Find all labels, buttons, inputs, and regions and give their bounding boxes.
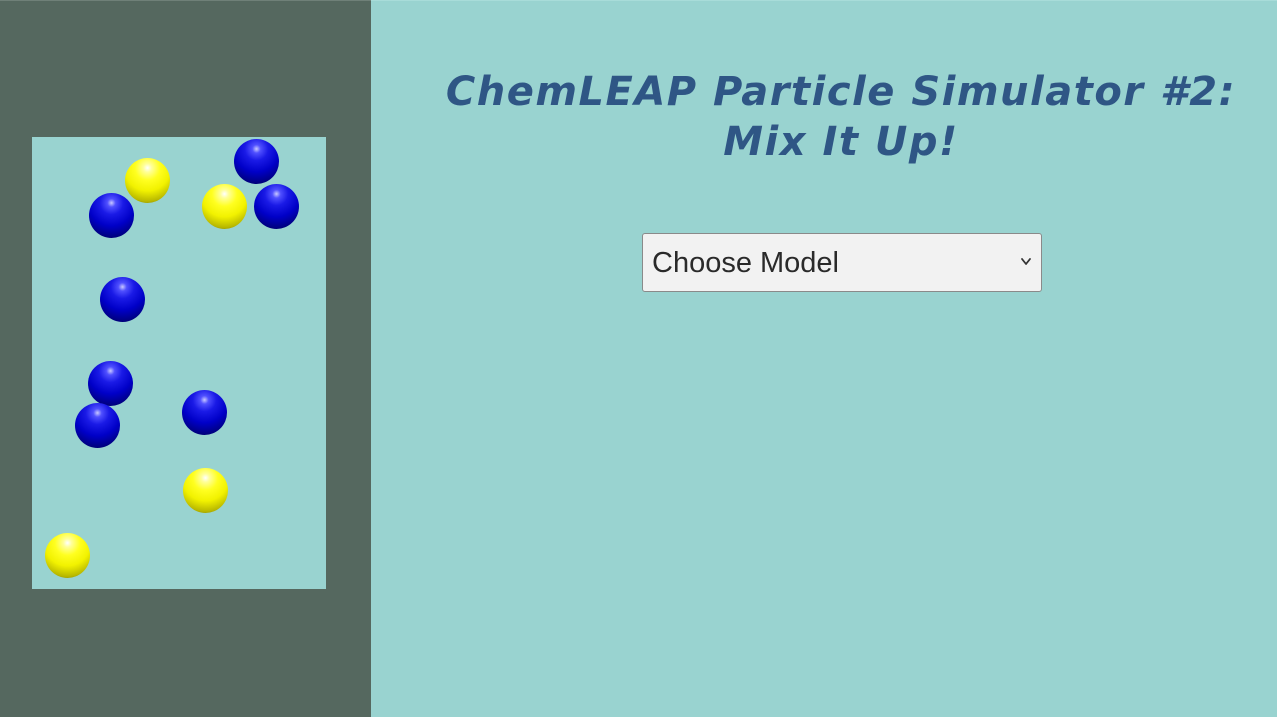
particle-blue	[182, 390, 227, 435]
particle-yellow	[125, 158, 170, 203]
chevron-down-icon	[1020, 252, 1032, 272]
particle-yellow	[202, 184, 247, 229]
particle-blue	[100, 277, 145, 322]
particle-blue	[254, 184, 299, 229]
particle-blue	[234, 139, 279, 184]
particle-yellow	[183, 468, 228, 513]
main-panel: ChemLEAP Particle Simulator #2: Mix It U…	[371, 0, 1277, 717]
particle-container	[32, 137, 326, 589]
particle-yellow	[45, 533, 90, 578]
model-select-value: Choose Model	[652, 247, 839, 279]
particle-blue	[88, 361, 133, 406]
particle-blue	[89, 193, 134, 238]
page-title: ChemLEAP Particle Simulator #2: Mix It U…	[445, 69, 1237, 165]
simulation-panel	[0, 0, 371, 717]
particle-blue	[75, 403, 120, 448]
model-select[interactable]: Choose Model	[642, 233, 1042, 292]
